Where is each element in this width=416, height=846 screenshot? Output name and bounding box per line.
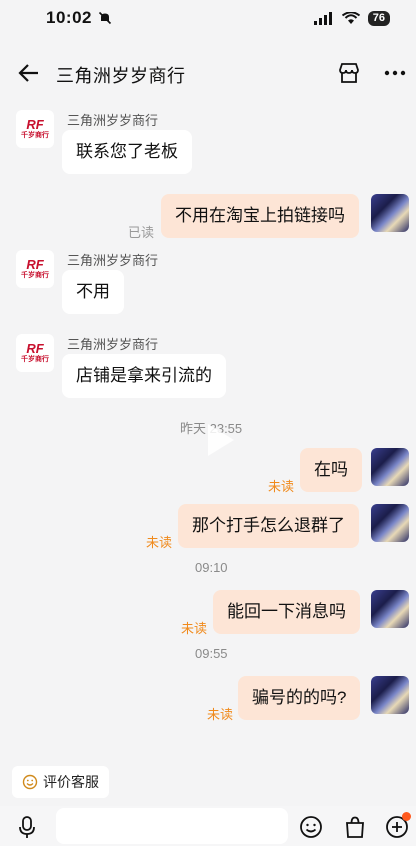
shop-logo-text: 千岁商行 — [21, 356, 49, 363]
shop-avatar[interactable]: RF 千岁商行 — [16, 334, 54, 372]
input-bar — [0, 806, 416, 846]
review-button-label: 评价客服 — [43, 774, 99, 790]
read-status: 未读 — [207, 707, 234, 722]
shop-logo-mark: RF — [26, 257, 44, 272]
more-dots-icon[interactable] — [382, 60, 408, 86]
read-status: 已读 — [128, 225, 155, 240]
store-icon[interactable] — [336, 60, 362, 86]
read-status: 未读 — [268, 479, 295, 494]
user-avatar[interactable] — [371, 448, 409, 486]
user-avatar[interactable] — [371, 676, 409, 714]
read-status: 未读 — [146, 535, 173, 550]
user-avatar[interactable] — [371, 504, 409, 542]
chat-title: 三角洲岁岁商行 — [56, 66, 186, 86]
emoji-icon[interactable] — [298, 814, 324, 840]
review-service-button[interactable]: 评价客服 — [12, 766, 109, 798]
status-time: 10:02 — [46, 8, 92, 27]
message-bubble-outgoing[interactable]: 不用在淘宝上拍链接吗 — [161, 194, 359, 238]
message-timestamp: 09:55 — [195, 646, 228, 661]
message-bubble-incoming[interactable]: 联系您了老板 — [62, 130, 192, 174]
message-bubble-outgoing[interactable]: 骗号的的吗? — [238, 676, 361, 720]
status-time-group: 10:02 — [46, 8, 112, 28]
message-bubble-incoming[interactable]: 店铺是拿来引流的 — [62, 354, 226, 398]
shop-avatar[interactable]: RF 千岁商行 — [16, 110, 54, 148]
user-avatar[interactable] — [371, 194, 409, 232]
message-list[interactable]: RF 千岁商行 三角洲岁岁商行 联系您了老板 已读 不用在淘宝上拍链接吗 RF … — [0, 100, 416, 740]
message-bubble-outgoing[interactable]: 能回一下消息吗 — [213, 590, 360, 634]
shop-avatar[interactable]: RF 千岁商行 — [16, 250, 54, 288]
message-bubble-outgoing[interactable]: 在吗 — [300, 448, 362, 492]
sender-name: 三角洲岁岁商行 — [67, 337, 159, 352]
notification-dot — [402, 812, 411, 821]
wifi-icon — [341, 11, 360, 24]
sender-name: 三角洲岁岁商行 — [67, 253, 159, 268]
sender-name: 三角洲岁岁商行 — [67, 113, 159, 128]
bell-muted-icon — [98, 11, 112, 25]
signal-icon — [313, 11, 332, 25]
arrow-left-icon[interactable] — [16, 60, 42, 86]
shop-logo-text: 千岁商行 — [21, 272, 49, 279]
message-timestamp: 09:10 — [195, 560, 228, 575]
shop-logo-mark: RF — [26, 341, 44, 356]
nav-bar: 三角洲岁岁商行 — [0, 50, 416, 96]
message-input[interactable] — [56, 808, 288, 844]
play-icon[interactable] — [196, 418, 240, 462]
shopping-bag-icon[interactable] — [342, 814, 368, 840]
battery-indicator: 76 — [367, 10, 390, 26]
status-bar: 10:02 76 — [0, 0, 416, 36]
shop-logo-text: 千岁商行 — [21, 132, 49, 139]
user-avatar[interactable] — [371, 590, 409, 628]
shop-logo-mark: RF — [26, 117, 44, 132]
microphone-icon[interactable] — [14, 814, 40, 840]
read-status: 未读 — [181, 621, 208, 636]
smile-face-icon — [22, 774, 38, 790]
status-right: 76 — [313, 10, 390, 26]
message-bubble-incoming[interactable]: 不用 — [62, 270, 124, 314]
message-bubble-outgoing[interactable]: 那个打手怎么退群了 — [178, 504, 359, 548]
